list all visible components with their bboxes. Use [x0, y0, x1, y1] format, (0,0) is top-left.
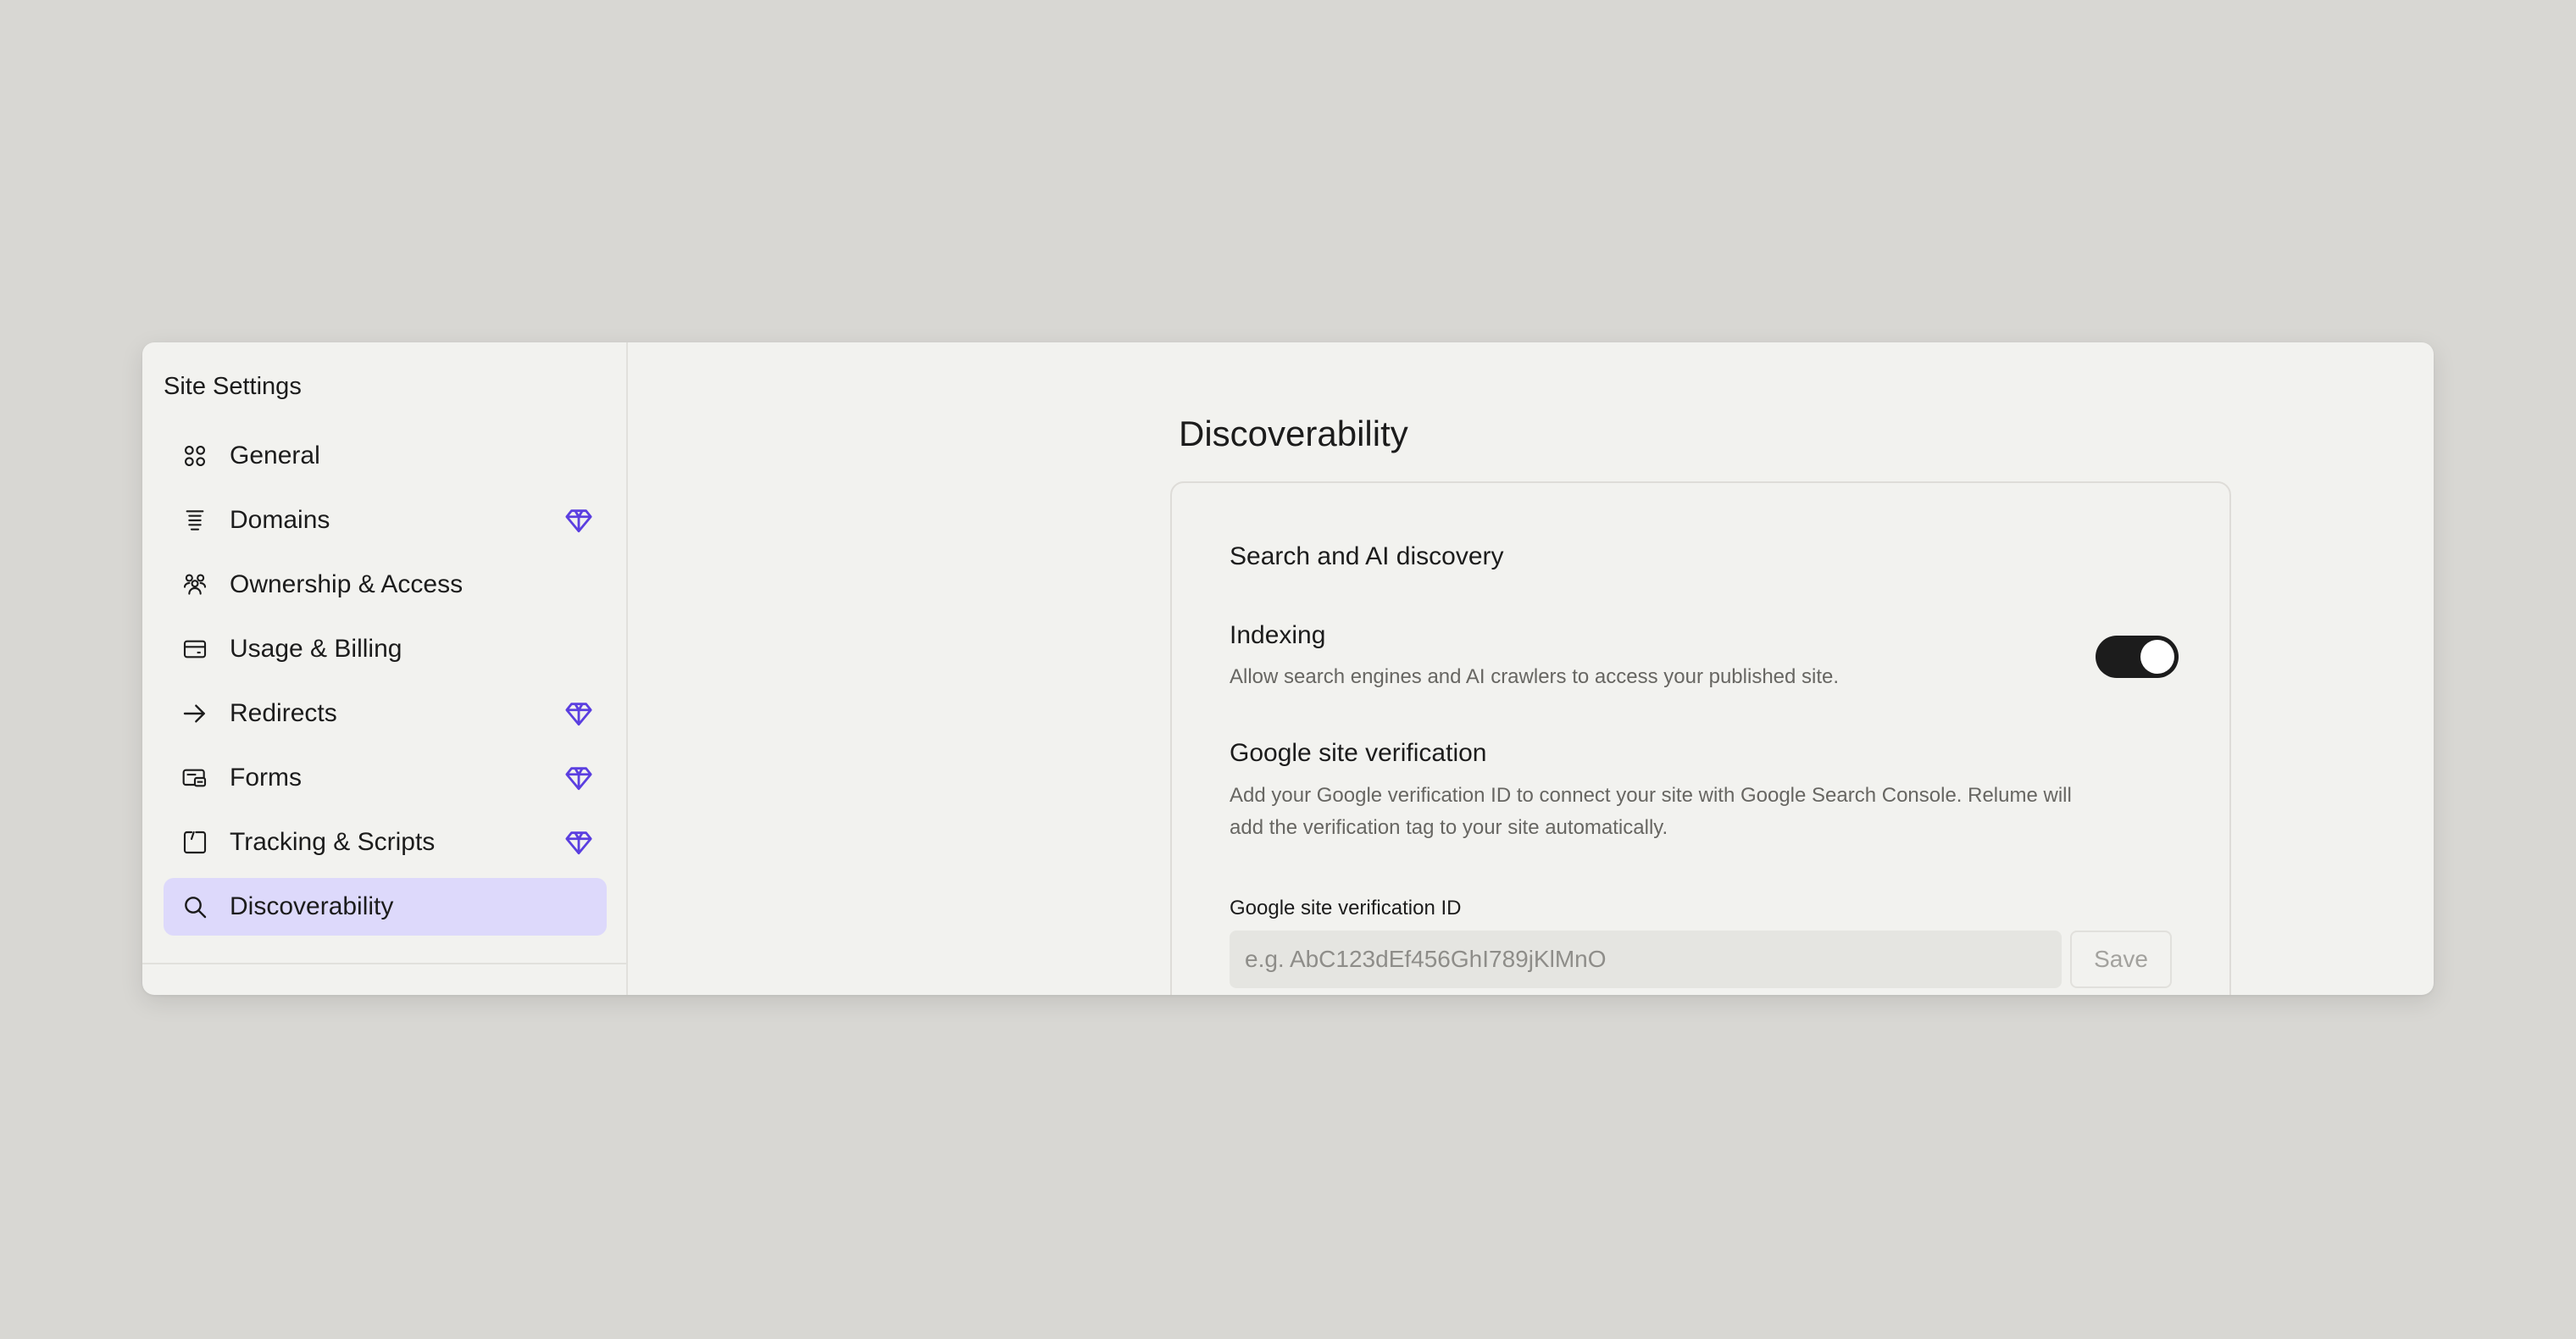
form-icon	[180, 764, 209, 792]
list-icon	[180, 506, 209, 535]
sidebar-item-usage-billing[interactable]: Usage & Billing	[164, 620, 607, 678]
page-title: Discoverability	[1179, 414, 1408, 453]
sidebar-item-general[interactable]: General	[164, 427, 607, 485]
credit-card-icon	[180, 635, 209, 664]
toggle-knob	[2140, 640, 2174, 674]
discoverability-card: Search and AI discovery Indexing Allow s…	[1170, 481, 2231, 995]
sidebar-item-forms[interactable]: Forms	[164, 749, 607, 807]
indexing-description: Allow search engines and AI crawlers to …	[1230, 665, 1840, 688]
sidebar-item-discoverability[interactable]: Discoverability	[164, 878, 607, 936]
verification-description-line1: Add your Google verification ID to conne…	[1230, 784, 2072, 807]
sidebar-title: Site Settings	[164, 373, 302, 400]
script-icon	[180, 828, 209, 857]
section-title: Search and AI discovery	[1230, 542, 1504, 570]
settings-window: Site Settings General Domains Ownership …	[142, 342, 2434, 995]
sidebar-item-label: Domains	[230, 506, 330, 534]
sidebar-item-label: Ownership & Access	[230, 570, 464, 598]
premium-gem-icon	[564, 506, 593, 535]
sidebar-item-label: General	[230, 442, 320, 469]
grid-icon	[180, 442, 209, 470]
verification-field-label: Google site verification ID	[1230, 897, 1462, 920]
premium-gem-icon	[564, 699, 593, 728]
save-button[interactable]: Save	[2070, 931, 2172, 988]
sidebar-item-label: Usage & Billing	[230, 635, 402, 663]
premium-gem-icon	[564, 764, 593, 792]
indexing-title: Indexing	[1230, 621, 1326, 649]
premium-gem-icon	[564, 828, 593, 857]
sidebar-nav: General Domains Ownership & Access Usage…	[164, 427, 607, 942]
verification-title: Google site verification	[1230, 739, 1487, 767]
indexing-toggle[interactable]	[2096, 636, 2179, 678]
sidebar-item-label: Redirects	[230, 699, 337, 727]
verification-id-input[interactable]	[1230, 931, 2062, 988]
sidebar-item-label: Discoverability	[230, 892, 394, 920]
sidebar-item-label: Tracking & Scripts	[230, 828, 436, 856]
sidebar: Site Settings General Domains Ownership …	[142, 342, 628, 995]
sidebar-item-redirects[interactable]: Redirects	[164, 685, 607, 742]
verification-description-line2: add the verification tag to your site au…	[1230, 816, 1668, 839]
sidebar-item-tracking-scripts[interactable]: Tracking & Scripts	[164, 814, 607, 871]
sidebar-item-domains[interactable]: Domains	[164, 492, 607, 549]
users-icon	[180, 570, 209, 599]
sidebar-divider	[142, 963, 626, 964]
arrow-right-icon	[180, 699, 209, 728]
sidebar-item-label: Forms	[230, 764, 302, 792]
search-icon	[180, 892, 209, 921]
main-content: Discoverability Search and AI discovery …	[628, 342, 2434, 995]
sidebar-item-ownership-access[interactable]: Ownership & Access	[164, 556, 607, 614]
